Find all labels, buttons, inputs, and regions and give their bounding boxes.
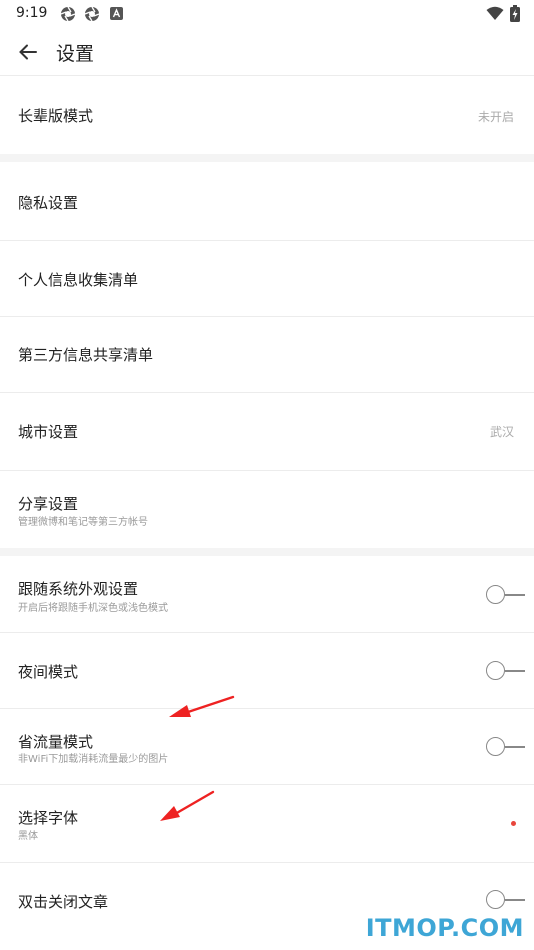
status-bar: 9:19 (0, 0, 534, 28)
setting-title: 跟随系统外观设置 (18, 580, 139, 598)
data-saver-toggle[interactable] (486, 736, 526, 758)
setting-data-saver[interactable]: 省流量模式 非WiFi下加载消耗流量最少的图片 (0, 709, 534, 785)
aperture-icon (60, 6, 76, 22)
back-button[interactable] (14, 38, 42, 66)
toggle-track (505, 746, 525, 748)
setting-title: 隐私设置 (18, 194, 79, 212)
toggle-knob (486, 890, 505, 909)
watermark: ITMOP.COM (365, 914, 524, 942)
setting-subtitle: 开启后将跟随手机深色或浅色模式 (18, 603, 168, 614)
wifi-icon (486, 6, 504, 20)
status-time: 9:19 (16, 5, 48, 21)
toggle-knob (486, 661, 505, 680)
follow-system-toggle[interactable] (486, 584, 526, 606)
toggle-knob (486, 737, 505, 756)
double-tap-close-toggle[interactable] (486, 889, 526, 911)
toggle-knob (486, 585, 505, 604)
setting-subtitle: 管理微博和笔记等第三方帐号 (18, 517, 148, 528)
setting-night-mode[interactable]: 夜间模式 (0, 633, 534, 709)
setting-title: 双击关闭文章 (18, 893, 109, 911)
app-notification-icon (110, 7, 123, 20)
setting-font[interactable]: 选择字体 黑体 (0, 785, 534, 863)
setting-personal-info[interactable]: 个人信息收集清单 (0, 241, 534, 317)
annotation-arrow-icon (160, 790, 215, 821)
battery-charging-icon (510, 5, 520, 22)
setting-title: 夜间模式 (18, 663, 79, 681)
setting-subtitle: 非WiFi下加载消耗流量最少的图片 (18, 754, 169, 765)
arrow-left-icon (19, 44, 37, 60)
setting-city[interactable]: 城市设置 武汉 (0, 393, 534, 471)
setting-title: 个人信息收集清单 (18, 271, 139, 289)
section-divider (0, 154, 534, 162)
page-title: 设置 (56, 43, 95, 65)
setting-share[interactable]: 分享设置 管理微博和笔记等第三方帐号 (0, 471, 534, 548)
setting-title: 城市设置 (18, 423, 79, 441)
toggle-track (505, 899, 525, 901)
annotation-arrow-icon (169, 695, 235, 717)
status-right (486, 5, 520, 22)
setting-value: 武汉 (489, 425, 514, 439)
setting-title: 分享设置 (18, 495, 79, 513)
setting-title: 省流量模式 (18, 733, 94, 751)
toggle-track (505, 670, 525, 672)
night-mode-toggle[interactable] (486, 660, 526, 682)
setting-title: 选择字体 (18, 809, 79, 827)
setting-third-party[interactable]: 第三方信息共享清单 (0, 317, 534, 393)
setting-title: 长辈版模式 (18, 107, 94, 125)
toggle-track (505, 594, 525, 596)
setting-privacy[interactable]: 隐私设置 (0, 162, 534, 241)
setting-subtitle: 黑体 (18, 831, 38, 842)
app-bar: 设置 (0, 28, 534, 76)
setting-title: 第三方信息共享清单 (18, 346, 154, 364)
section-divider (0, 548, 534, 556)
setting-follow-system[interactable]: 跟随系统外观设置 开启后将跟随手机深色或浅色模式 (0, 556, 534, 633)
setting-value: 未开启 (477, 110, 514, 124)
new-badge-dot (511, 821, 516, 826)
aperture-icon (84, 6, 100, 22)
setting-elder-mode[interactable]: 长辈版模式 未开启 (0, 77, 534, 154)
